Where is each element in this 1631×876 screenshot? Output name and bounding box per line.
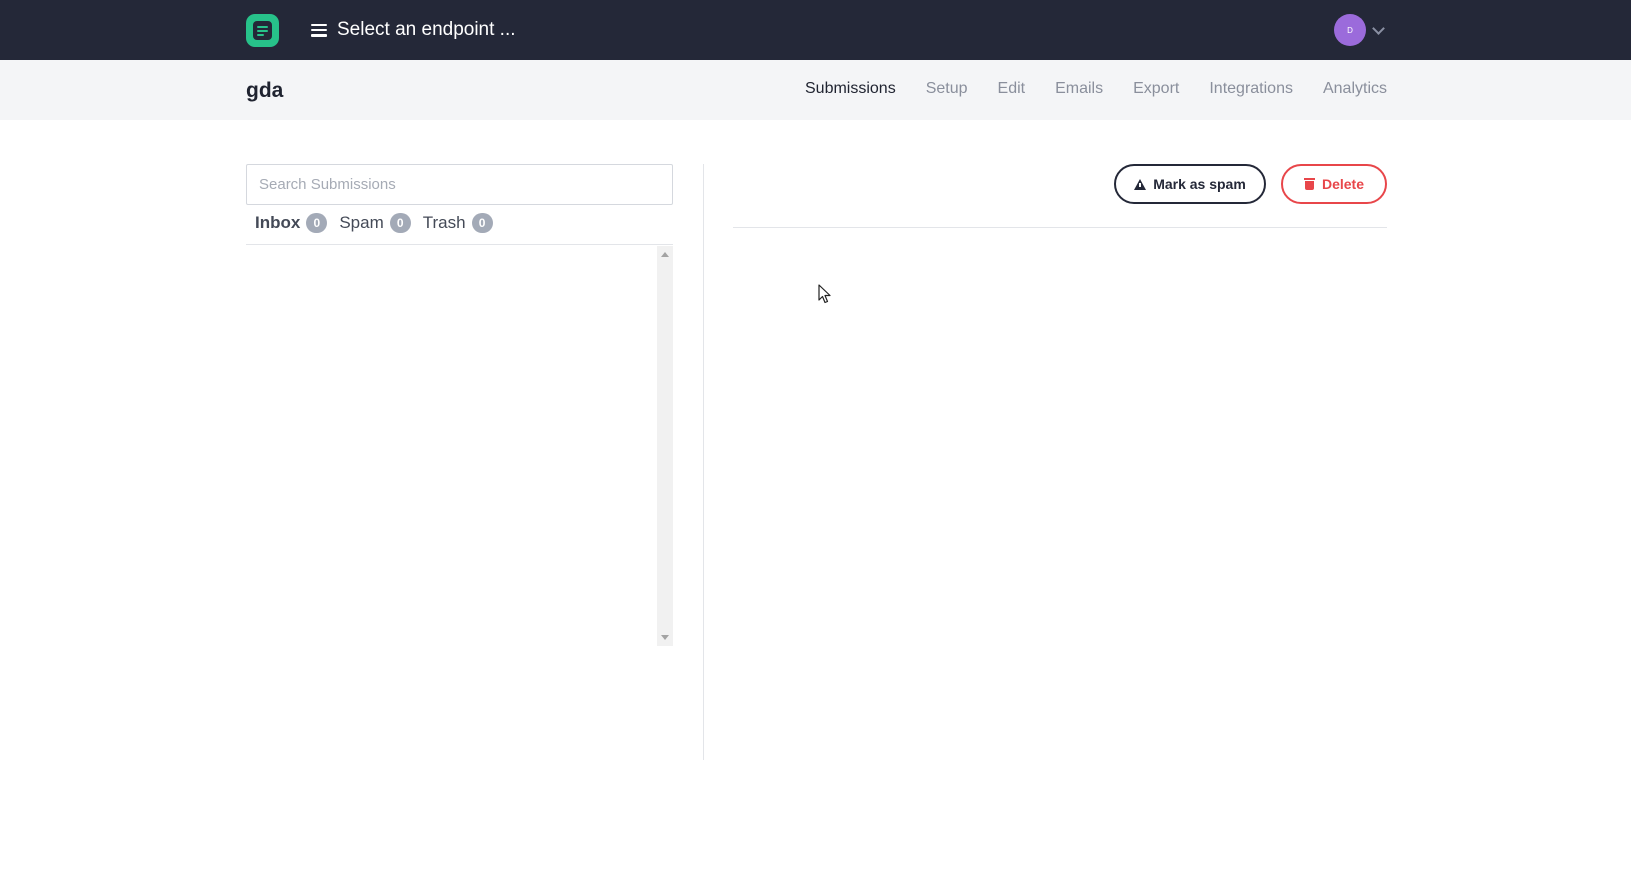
tab-integrations[interactable]: Integrations bbox=[1209, 80, 1293, 98]
page-title: gda bbox=[246, 79, 284, 102]
form-tabs: Submissions Setup Edit Emails Export Int… bbox=[805, 80, 1387, 98]
tab-edit[interactable]: Edit bbox=[998, 80, 1026, 98]
endpoint-selector-label: Select an endpoint ... bbox=[337, 19, 516, 40]
warning-icon bbox=[1134, 178, 1147, 190]
folder-label: Spam bbox=[339, 213, 384, 232]
app-logo-icon[interactable] bbox=[246, 14, 279, 47]
endpoint-selector[interactable]: Select an endpoint ... bbox=[311, 16, 516, 44]
user-menu[interactable]: D bbox=[1334, 14, 1385, 46]
search-input[interactable] bbox=[246, 164, 673, 205]
delete-label: Delete bbox=[1321, 176, 1365, 192]
mouse-cursor-icon bbox=[818, 284, 831, 304]
folder-tab-trash[interactable]: Trash 0 bbox=[423, 213, 493, 233]
mark-as-spam-label: Mark as spam bbox=[1153, 176, 1246, 192]
submission-list[interactable] bbox=[246, 246, 673, 646]
tab-analytics[interactable]: Analytics bbox=[1323, 80, 1387, 98]
folder-tab-inbox[interactable]: Inbox 0 bbox=[255, 213, 328, 233]
scroll-down-arrow-icon[interactable] bbox=[661, 635, 669, 640]
tab-setup[interactable]: Setup bbox=[926, 80, 968, 98]
count-badge: 0 bbox=[471, 213, 493, 233]
scrollbar[interactable] bbox=[657, 246, 673, 646]
trash-icon bbox=[1303, 178, 1315, 190]
scroll-up-arrow-icon[interactable] bbox=[661, 252, 669, 257]
avatar[interactable]: D bbox=[1334, 14, 1366, 46]
count-badge: 0 bbox=[306, 213, 328, 233]
tab-emails[interactable]: Emails bbox=[1055, 80, 1103, 98]
tab-export[interactable]: Export bbox=[1133, 80, 1179, 98]
top-navbar: Select an endpoint ... D bbox=[0, 0, 1631, 60]
folder-label: Inbox bbox=[255, 213, 301, 232]
mark-as-spam-button[interactable]: Mark as spam bbox=[1114, 164, 1266, 204]
list-divider bbox=[246, 244, 673, 245]
chevron-down-icon[interactable] bbox=[1372, 21, 1385, 35]
tab-submissions[interactable]: Submissions bbox=[805, 80, 896, 98]
hamburger-menu-icon bbox=[311, 23, 327, 37]
folder-tab-spam[interactable]: Spam 0 bbox=[339, 213, 411, 233]
folder-label: Trash bbox=[422, 213, 466, 232]
count-badge: 0 bbox=[389, 213, 411, 233]
delete-button[interactable]: Delete bbox=[1281, 164, 1387, 204]
submission-detail bbox=[733, 228, 1387, 758]
form-header: gda Submissions Setup Edit Emails Export… bbox=[0, 60, 1631, 120]
folder-tabs: Inbox 0 Spam 0 Trash 0 bbox=[255, 213, 493, 233]
panel-divider bbox=[703, 164, 704, 760]
